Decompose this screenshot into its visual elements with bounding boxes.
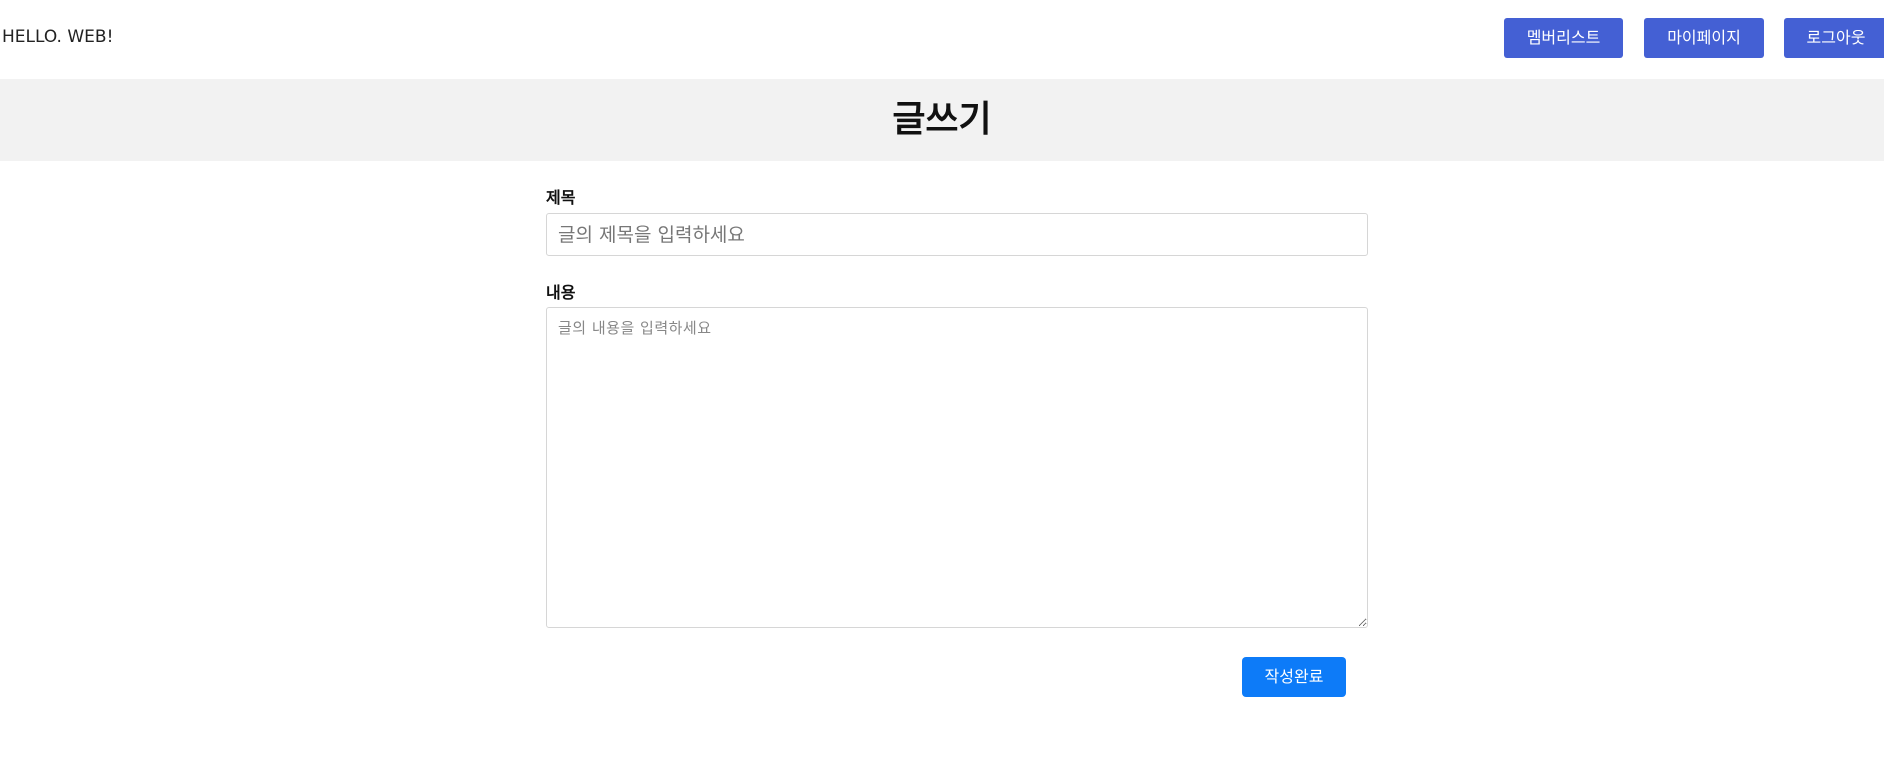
title-input[interactable] [546, 213, 1368, 256]
submit-button[interactable]: 작성완료 [1242, 657, 1346, 697]
logout-button[interactable]: 로그아웃 [1784, 18, 1884, 58]
site-logo[interactable]: HELLO. WEB! [2, 27, 113, 47]
title-label: 제목 [546, 188, 576, 207]
content-textarea[interactable] [546, 307, 1368, 628]
my-page-button[interactable]: 마이페이지 [1644, 18, 1764, 58]
content-label: 내용 [546, 283, 576, 302]
top-header: HELLO. WEB! 멤버리스트 마이페이지 로그아웃 [0, 0, 1884, 78]
page-title-band: 글쓰기 [0, 79, 1884, 161]
page-title: 글쓰기 [892, 99, 992, 140]
member-list-button[interactable]: 멤버리스트 [1504, 18, 1623, 58]
